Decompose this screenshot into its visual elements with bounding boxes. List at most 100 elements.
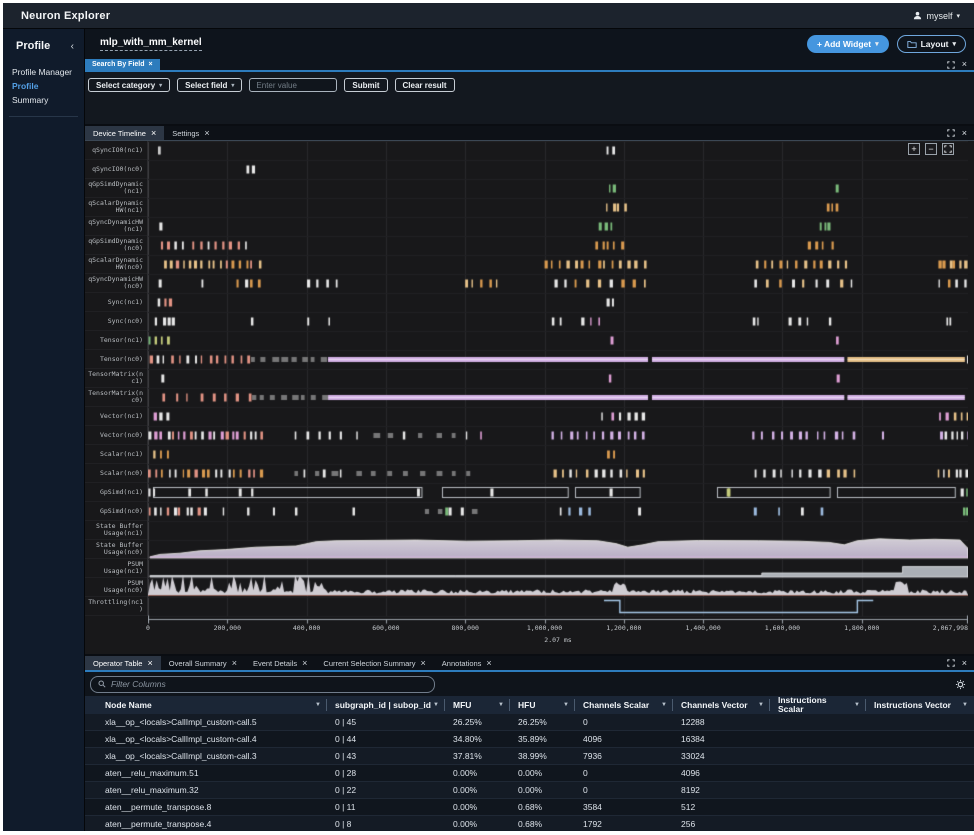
sidebar-title: Profile xyxy=(16,40,50,52)
chevron-down-icon: ▾ xyxy=(952,40,956,48)
table-cell: 0 xyxy=(575,714,673,730)
sidebar-collapse-icon[interactable]: ‹ xyxy=(71,41,74,52)
operator-table: Node Name▼subgraph_id | subop_id▼MFU▼HFU… xyxy=(85,696,974,831)
tab-current-selection-summary[interactable]: Current Selection Summary× xyxy=(315,656,433,670)
table-cell: aten__permute_transpose.4 xyxy=(85,816,327,831)
axis-tick-label: 2,067,998 xyxy=(933,624,968,632)
sidebar-item-profile-manager[interactable]: Profile Manager xyxy=(12,65,84,79)
filter-columns-box[interactable] xyxy=(90,676,435,693)
zoom-out-button[interactable]: − xyxy=(925,143,937,155)
tab-event-details[interactable]: Event Details× xyxy=(245,656,315,670)
column-header-channels-scalar[interactable]: Channels Scalar▼ xyxy=(575,696,673,714)
close-icon[interactable]: × xyxy=(151,129,156,138)
folder-icon xyxy=(907,40,917,49)
close-icon[interactable]: × xyxy=(147,659,152,668)
close-icon[interactable]: × xyxy=(204,129,209,138)
timeline-row-label: qScalarDynamicHW(nc0) xyxy=(85,255,147,274)
table-filter-row xyxy=(85,672,974,696)
timeline-chart[interactable]: qSyncIO0(nc1)qSyncIO0(nc0)qGpSimdDynamic… xyxy=(85,141,974,654)
tab-operator-table[interactable]: Operator Table× xyxy=(85,656,161,670)
sort-icon[interactable]: ▼ xyxy=(661,701,667,710)
expand-icon[interactable] xyxy=(947,61,955,69)
table-cell: 8192 xyxy=(673,782,770,798)
close-icon[interactable]: × xyxy=(302,659,307,668)
timeline-row-label: Scalar(nc1) xyxy=(85,445,147,464)
column-header-subgraph-id-subop-id[interactable]: subgraph_id | subop_id▼ xyxy=(327,696,445,714)
table-cell: 0.00% xyxy=(510,765,575,781)
zoom-in-button[interactable]: + xyxy=(908,143,920,155)
table-row[interactable]: aten__permute_transpose.80 | 110.00%0.68… xyxy=(85,799,974,816)
table-cell: 1792 xyxy=(575,816,673,831)
sidebar-item-profile[interactable]: Profile xyxy=(12,79,84,93)
sort-icon[interactable]: ▼ xyxy=(498,701,504,710)
gear-icon[interactable] xyxy=(955,679,966,690)
sidebar-item-summary[interactable]: Summary xyxy=(12,93,84,107)
sort-icon[interactable]: ▼ xyxy=(315,701,321,710)
filter-columns-input[interactable] xyxy=(111,679,427,689)
close-icon[interactable]: × xyxy=(421,659,426,668)
table-cell: aten__relu_maximum.51 xyxy=(85,765,327,781)
sort-icon[interactable]: ▼ xyxy=(563,701,569,710)
expand-icon[interactable] xyxy=(947,659,955,667)
table-row[interactable]: aten__relu_maximum.320 | 220.00%0.00%081… xyxy=(85,782,974,799)
timeline-row-label: TensorMatrix(nc0) xyxy=(85,388,147,407)
column-header-channels-vector[interactable]: Channels Vector▼ xyxy=(673,696,770,714)
timeline-canvas[interactable] xyxy=(148,141,968,641)
column-header-instructions-scalar[interactable]: Instructions Scalar▼ xyxy=(770,696,866,714)
table-cell xyxy=(770,782,866,798)
bottom-tabbar: Operator Table×Overall Summary×Event Det… xyxy=(85,656,974,672)
close-icon[interactable]: × xyxy=(962,129,967,138)
axis-tick-label: 1,600,000 xyxy=(765,624,800,632)
sort-icon[interactable]: ▼ xyxy=(758,701,764,710)
table-cell: 0.68% xyxy=(510,816,575,831)
sort-icon[interactable]: ▼ xyxy=(962,701,968,710)
table-cell: 0 | 43 xyxy=(327,748,445,764)
table-header-row: Node Name▼subgraph_id | subop_id▼MFU▼HFU… xyxy=(85,696,974,714)
submit-button[interactable]: Submit xyxy=(344,78,387,92)
zoom-fit-button[interactable] xyxy=(942,143,954,155)
table-cell: 12288 xyxy=(673,714,770,730)
add-widget-button[interactable]: + Add Widget ▾ xyxy=(807,35,889,53)
timeline-zoom-controls: + − xyxy=(908,143,954,155)
chevron-down-icon: ▾ xyxy=(875,40,879,48)
close-icon[interactable]: × xyxy=(962,60,967,69)
column-header-instructions-vector[interactable]: Instructions Vector▼ xyxy=(866,696,974,714)
tab-settings[interactable]: Settings× xyxy=(164,126,217,140)
table-row[interactable]: xla__op_<locals>CallImpl_custom-call.30 … xyxy=(85,748,974,765)
expand-icon[interactable] xyxy=(947,129,955,137)
axis-tick-label: 400,000 xyxy=(293,624,320,632)
document-tab[interactable]: mlp_with_mm_kernel xyxy=(100,37,202,51)
search-value-input[interactable] xyxy=(249,78,337,92)
table-cell: xla__op_<locals>CallImpl_custom-call.5 xyxy=(85,714,327,730)
table-row[interactable]: xla__op_<locals>CallImpl_custom-call.50 … xyxy=(85,714,974,731)
select-field-button[interactable]: Select field▾ xyxy=(177,78,242,92)
table-row[interactable]: xla__op_<locals>CallImpl_custom-call.40 … xyxy=(85,731,974,748)
column-header-hfu[interactable]: HFU▼ xyxy=(510,696,575,714)
layout-button[interactable]: Layout ▾ xyxy=(897,35,966,53)
tab-search-by-field[interactable]: Search By Field × xyxy=(85,59,160,70)
sort-icon[interactable]: ▼ xyxy=(854,701,860,710)
column-header-node-name[interactable]: Node Name▼ xyxy=(85,696,327,714)
table-row[interactable]: aten__relu_maximum.510 | 280.00%0.00%040… xyxy=(85,765,974,782)
sort-icon[interactable]: ▼ xyxy=(433,701,439,710)
tab-device-timeline[interactable]: Device Timeline× xyxy=(85,126,164,140)
timeline-row-label: Sync(nc1) xyxy=(85,293,147,312)
clear-result-button[interactable]: Clear result xyxy=(395,78,455,92)
select-category-button[interactable]: Select category▾ xyxy=(88,78,170,92)
search-by-field-panel: Select category▾ Select field▾ Submit Cl… xyxy=(85,72,974,124)
document-row: mlp_with_mm_kernel + Add Widget ▾ Layout… xyxy=(85,29,974,59)
tab-overall-summary[interactable]: Overall Summary× xyxy=(161,656,245,670)
clear-result-label: Clear result xyxy=(403,81,447,90)
close-icon[interactable]: × xyxy=(149,61,153,68)
close-icon[interactable]: × xyxy=(962,659,967,668)
table-row[interactable]: aten__permute_transpose.40 | 80.00%0.68%… xyxy=(85,816,974,831)
column-header-mfu[interactable]: MFU▼ xyxy=(445,696,510,714)
table-cell xyxy=(770,765,866,781)
close-icon[interactable]: × xyxy=(232,659,237,668)
close-icon[interactable]: × xyxy=(486,659,491,668)
user-menu[interactable]: myself ▾ xyxy=(913,11,960,21)
axis-tick-label: 1,000,000 xyxy=(527,624,562,632)
tab-annotations[interactable]: Annotations× xyxy=(434,656,500,670)
main-area: mlp_with_mm_kernel + Add Widget ▾ Layout… xyxy=(85,29,974,831)
axis-tick-label: 0 xyxy=(146,624,150,632)
